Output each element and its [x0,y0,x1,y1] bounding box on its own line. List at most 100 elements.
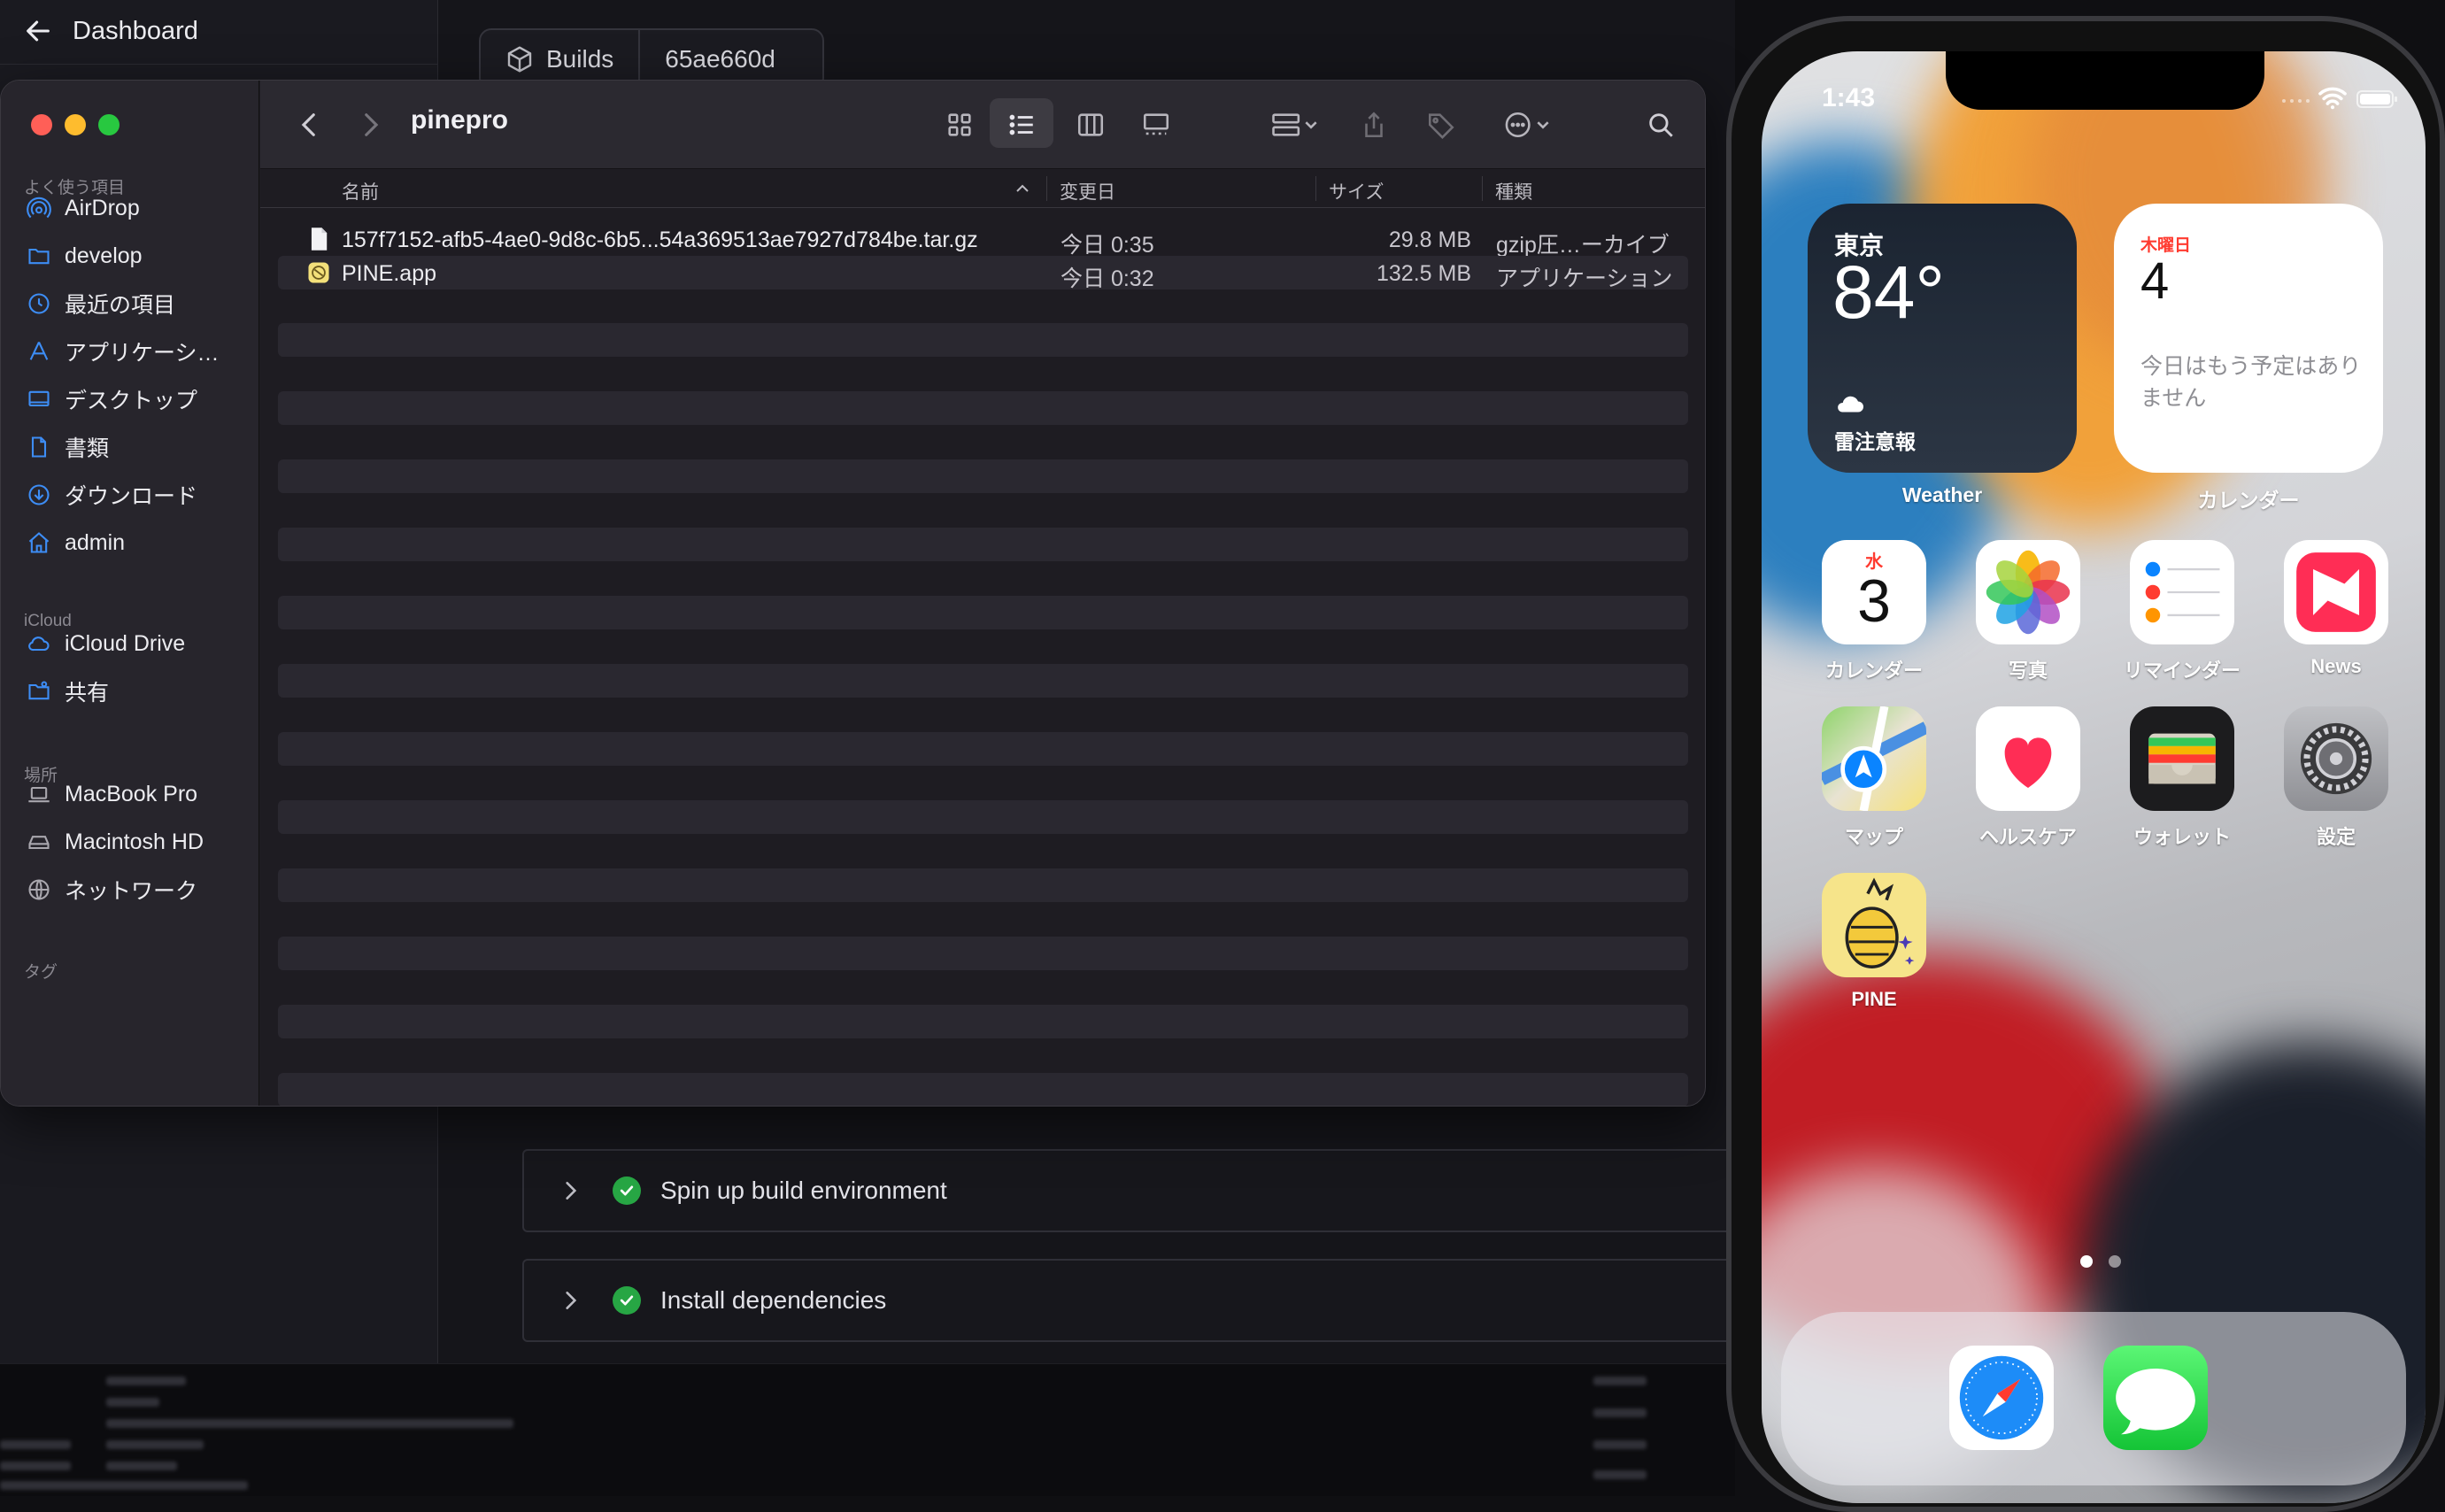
column-header-name[interactable]: 名前 [342,178,379,204]
sidebar-item-label: 共有 [65,681,110,706]
zoom-button[interactable] [98,114,120,135]
file-modified: 今日 0:32 [1061,266,1154,291]
tag-button[interactable] [1422,105,1461,144]
page-indicator[interactable] [2109,1255,2121,1268]
empty-row [278,323,1688,357]
file-row-pine-app[interactable]: PINE.app 今日 0:32 132.5 MB アプリケーション [278,256,1688,291]
more-actions-button[interactable] [1492,105,1563,144]
app-calendar[interactable]: 水 3 カレンダー [1797,540,1951,683]
sidebar-item-downloads[interactable]: ダウンロード [26,475,197,514]
share-icon [1365,112,1383,138]
sidebar-item-applications[interactable]: アプリケーシ… [26,332,220,371]
share-button[interactable] [1354,105,1393,144]
file-row-tarball[interactable]: 157f7152-afb5-4ae0-9d8c-6b5...54a369513a… [278,222,1688,258]
weather-temperature: 84° [1832,251,1946,334]
chevron-right-icon [365,113,379,136]
step-label: Install dependencies [660,1286,887,1314]
file-modified: 今日 0:35 [1061,233,1154,258]
sidebar-item-icloud-drive[interactable]: iCloud Drive [26,624,185,663]
file-kind: アプリケーション [1496,266,1673,291]
dock-app-safari[interactable] [1924,1346,2079,1450]
dock-app-messages[interactable] [2079,1346,2233,1450]
sidebar-item-macintosh-hd[interactable]: Macintosh HD [26,822,204,861]
sidebar-item-macbook-pro[interactable]: MacBook Pro [26,775,197,814]
build-step-spin-up[interactable]: Spin up build environment [522,1149,1744,1232]
app-maps[interactable]: マップ [1797,706,1951,850]
empty-row [278,732,1688,766]
pine-app-icon [1822,873,1926,977]
wifi-icon [2318,87,2347,110]
clock-icon [26,290,52,317]
app-label: PINE [1851,988,1897,1010]
app-photos[interactable]: 写真 [1951,540,2105,683]
applications-icon [26,338,52,365]
weather-widget[interactable]: 東京 84° 雷注意報 [1808,204,2077,473]
sort-ascending-icon[interactable] [1014,181,1030,196]
back-to-dashboard-link[interactable]: Dashboard [23,9,198,53]
column-view-button[interactable] [1071,105,1110,144]
group-icon [1272,113,1317,136]
app-label: ヘルスケア [1978,826,2077,848]
notch [1946,51,2264,110]
group-by-button[interactable] [1261,105,1331,144]
list-icon [1009,114,1033,135]
app-reminders[interactable]: リマインダー [2105,540,2259,683]
globe-icon [26,876,52,903]
back-button[interactable] [290,105,329,144]
columns-icon [1077,113,1104,136]
page-indicator-active[interactable] [2080,1255,2093,1268]
forward-button[interactable] [351,105,390,144]
sidebar-item-documents[interactable]: 書類 [26,428,109,467]
wallet-icon [2130,706,2234,811]
app-label: マップ [1844,826,1903,848]
column-header-kind[interactable]: 種類 [1495,178,1532,204]
app-health[interactable]: ヘルスケア [1951,706,2105,850]
finder-sidebar: よく使う項目 AirDrop develop 最近の項目 アプリケーシ… デスク… [1,81,259,1106]
laptop-icon [26,781,52,807]
column-header-size[interactable]: サイズ [1329,178,1384,204]
gallery-view-button[interactable] [1137,105,1176,144]
desktop-icon [26,386,52,413]
app-settings[interactable]: 設定 [2259,706,2413,850]
icon-view-button[interactable] [940,105,979,144]
blurred-log-panel [0,1363,1735,1496]
file-name: PINE.app [342,261,437,286]
close-button[interactable] [31,114,52,135]
build-step-install-deps[interactable]: Install dependencies [522,1259,1744,1342]
sidebar-item-label: AirDrop [65,195,140,220]
safari-icon [1949,1346,2054,1450]
dock [1781,1312,2406,1485]
list-view-button[interactable] [1002,105,1041,144]
calendar-widget[interactable]: 木曜日 4 今日はもう予定はありません [2114,204,2383,473]
chevron-right-icon [566,1292,577,1309]
app-news[interactable]: News [2259,540,2413,678]
search-button[interactable] [1641,105,1680,144]
app-wallet[interactable]: ウォレット [2105,706,2259,850]
app-label: 写真 [2008,660,2048,682]
calendar-icon: 水 3 [1822,540,1926,644]
sidebar-item-label: アプリケーシ… [65,341,220,366]
sidebar-item-desktop[interactable]: デスクトップ [26,380,197,419]
grid-icon [948,113,971,136]
sidebar-item-network[interactable]: ネットワーク [26,870,197,909]
sidebar-item-label: 最近の項目 [65,293,176,318]
photos-icon [1976,540,2080,644]
sidebar-item-airdrop[interactable]: AirDrop [26,189,140,228]
empty-row [278,1073,1688,1106]
empty-row [278,664,1688,698]
empty-row [278,528,1688,561]
minimize-button[interactable] [65,114,86,135]
column-header-modified[interactable]: 変更日 [1060,178,1115,204]
step-label: Spin up build environment [660,1176,947,1204]
document-icon [26,434,52,460]
status-time: 1:43 [1822,83,1876,112]
sidebar-item-admin[interactable]: admin [26,523,125,562]
widget-label: カレンダー [2197,489,2300,512]
sidebar-item-recents[interactable]: 最近の項目 [26,284,175,323]
sidebar-item-label: デスクトップ [65,389,198,413]
sidebar-item-shared[interactable]: 共有 [26,672,109,711]
file-name: 157f7152-afb5-4ae0-9d8c-6b5...54a369513a… [342,228,978,252]
finder-window: よく使う項目 AirDrop develop 最近の項目 アプリケーシ… デスク… [0,80,1706,1107]
sidebar-item-develop[interactable]: develop [26,236,143,275]
app-pine[interactable]: PINE [1797,873,1951,1011]
